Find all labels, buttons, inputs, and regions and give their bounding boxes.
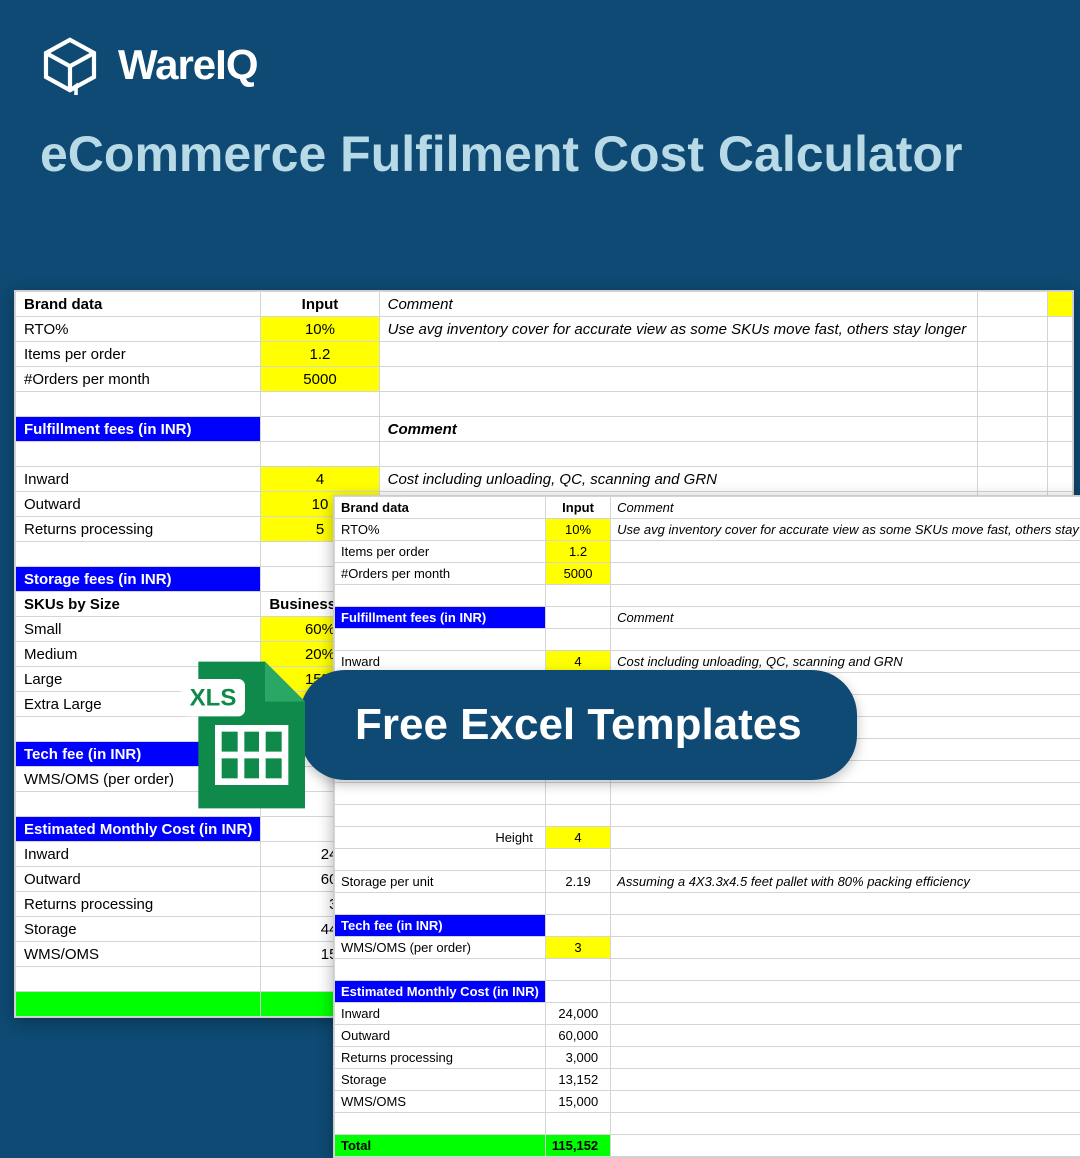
- cell: SKUs by Size: [16, 592, 261, 617]
- cell: 60,000: [545, 1025, 610, 1047]
- cell: Returns processing: [16, 517, 261, 542]
- cell: 2.19: [545, 871, 610, 893]
- cell: WMS/OMS: [16, 942, 261, 967]
- cell: Storage: [16, 917, 261, 942]
- cell: Comment: [611, 497, 1080, 519]
- cell: RTO%: [335, 519, 546, 541]
- cell: 4: [545, 827, 610, 849]
- cell: 115,152: [545, 1135, 610, 1157]
- cell: Small: [16, 617, 261, 642]
- cell: 24,000: [545, 1003, 610, 1025]
- cell: WMS/OMS: [335, 1091, 546, 1113]
- wareiq-logo-icon: [40, 35, 100, 95]
- cell: Comment: [379, 292, 977, 317]
- cell: 15,000: [545, 1091, 610, 1113]
- cell: Items per order: [335, 541, 546, 563]
- cell: 3: [545, 937, 610, 959]
- cell: Use avg inventory cover for accurate vie…: [379, 317, 977, 342]
- cell: Height: [335, 827, 546, 849]
- cell: Returns processing: [16, 892, 261, 917]
- cell: 4: [261, 467, 379, 492]
- spreadsheet-front: Brand dataInputComment RTO%10%Use avg in…: [333, 495, 1080, 1158]
- brand-name: WareIQ: [118, 41, 257, 89]
- cell: Inward: [16, 842, 261, 867]
- cell: Tech fee (in INR): [335, 915, 546, 937]
- cell: Items per order: [16, 342, 261, 367]
- google-sheets-icon: XLS: [175, 655, 315, 815]
- cell: 10%: [545, 519, 610, 541]
- cell: Comment: [379, 417, 977, 442]
- cell: 10%: [261, 317, 379, 342]
- cell: Brand data: [16, 292, 261, 317]
- cell: Outward: [16, 867, 261, 892]
- cell: Storage fees (in INR): [16, 567, 261, 592]
- cell: Returns processing: [335, 1047, 546, 1069]
- cell: WMS/OMS (per order): [335, 937, 546, 959]
- header: WareIQ: [0, 0, 1080, 105]
- cell: Assuming a 4X3.3x4.5 feet pallet with 80…: [611, 871, 1080, 893]
- cell: Use avg inventory cover for accurate vie…: [611, 519, 1080, 541]
- cell: Cost including unloading, QC, scanning a…: [379, 467, 977, 492]
- cell: Brand data: [335, 497, 546, 519]
- cell: Comment: [611, 607, 1080, 629]
- cell: #Orders per month: [16, 367, 261, 392]
- free-templates-badge[interactable]: Free Excel Templates: [300, 670, 857, 780]
- cell: Inward: [335, 1003, 546, 1025]
- cell: Outward: [335, 1025, 546, 1047]
- cell: RTO%: [16, 317, 261, 342]
- xls-label: XLS: [190, 685, 237, 712]
- cell: Estimated Monthly Cost (in INR): [16, 817, 261, 842]
- cell: Input: [545, 497, 610, 519]
- cell: Fulfillment fees (in INR): [16, 417, 261, 442]
- cell: 5000: [545, 563, 610, 585]
- cell: Inward: [16, 467, 261, 492]
- cell: Input: [261, 292, 379, 317]
- cell: #Orders per month: [335, 563, 546, 585]
- cell: 1.2: [545, 541, 610, 563]
- cell: Storage per unit: [335, 871, 546, 893]
- page-title: eCommerce Fulfilment Cost Calculator: [0, 105, 1080, 213]
- cell: Estimated Monthly Cost (in INR): [335, 981, 546, 1003]
- cell: 1.2: [261, 342, 379, 367]
- cell: Total: [335, 1135, 546, 1157]
- cell: Fulfillment fees (in INR): [335, 607, 546, 629]
- cell: 3,000: [545, 1047, 610, 1069]
- table-front: Brand dataInputComment RTO%10%Use avg in…: [334, 496, 1080, 1157]
- cell: Outward: [16, 492, 261, 517]
- cell: 5000: [261, 367, 379, 392]
